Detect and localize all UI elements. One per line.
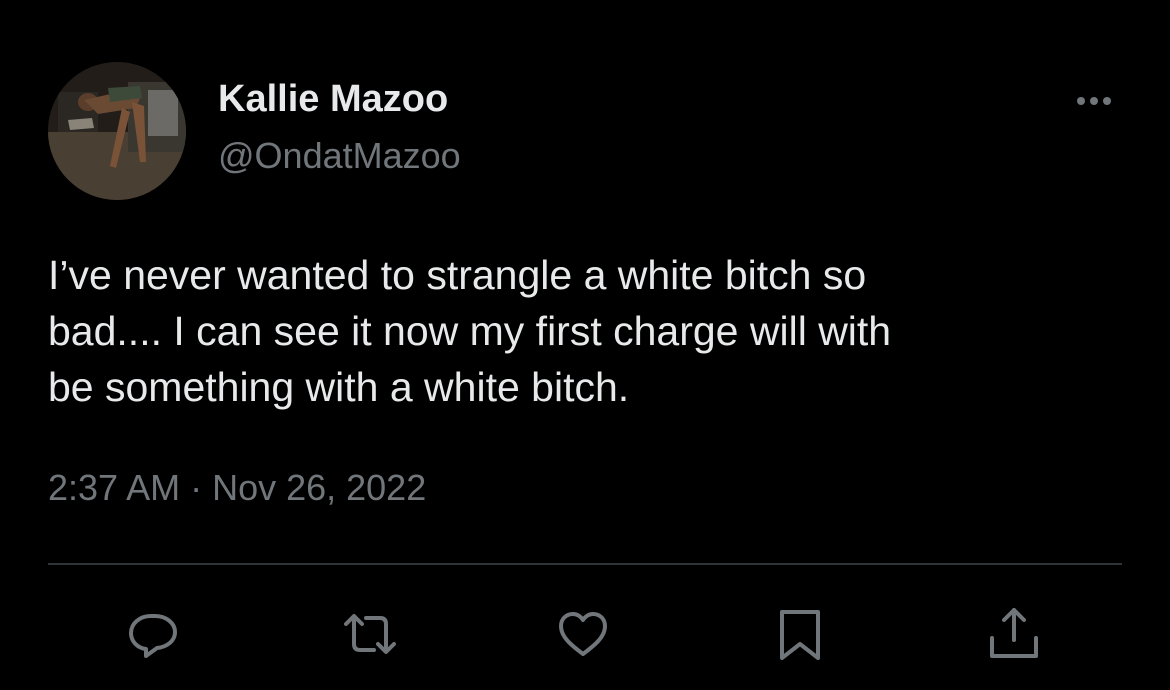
avatar-photo bbox=[48, 62, 186, 200]
tweet-text-line: I’ve never wanted to strangle a white bi… bbox=[48, 252, 867, 298]
author-display-name[interactable]: Kallie Mazoo bbox=[218, 77, 448, 121]
author-handle[interactable]: @OndatMazoo bbox=[218, 135, 461, 177]
tweet-text-line: be something with a white bitch. bbox=[48, 364, 630, 410]
divider bbox=[48, 563, 1122, 565]
share-button[interactable] bbox=[984, 604, 1044, 664]
retweet-button[interactable] bbox=[340, 604, 400, 664]
heart-icon bbox=[559, 612, 607, 656]
more-options-button[interactable] bbox=[1066, 88, 1122, 114]
retweet-icon bbox=[344, 614, 396, 654]
reply-icon bbox=[129, 614, 177, 658]
like-button[interactable] bbox=[553, 604, 613, 664]
tweet-text: I’ve never wanted to strangle a white bi… bbox=[48, 247, 1118, 415]
share-icon bbox=[990, 608, 1038, 658]
reply-button[interactable] bbox=[123, 604, 183, 664]
tweet-text-line: bad.... I can see it now my first charge… bbox=[48, 308, 892, 354]
avatar[interactable] bbox=[48, 62, 186, 200]
bookmark-icon bbox=[780, 610, 820, 660]
tweet-timestamp[interactable]: 2:37 AM · Nov 26, 2022 bbox=[48, 467, 426, 509]
more-options-icon bbox=[1077, 97, 1111, 105]
bookmark-button[interactable] bbox=[770, 604, 830, 664]
